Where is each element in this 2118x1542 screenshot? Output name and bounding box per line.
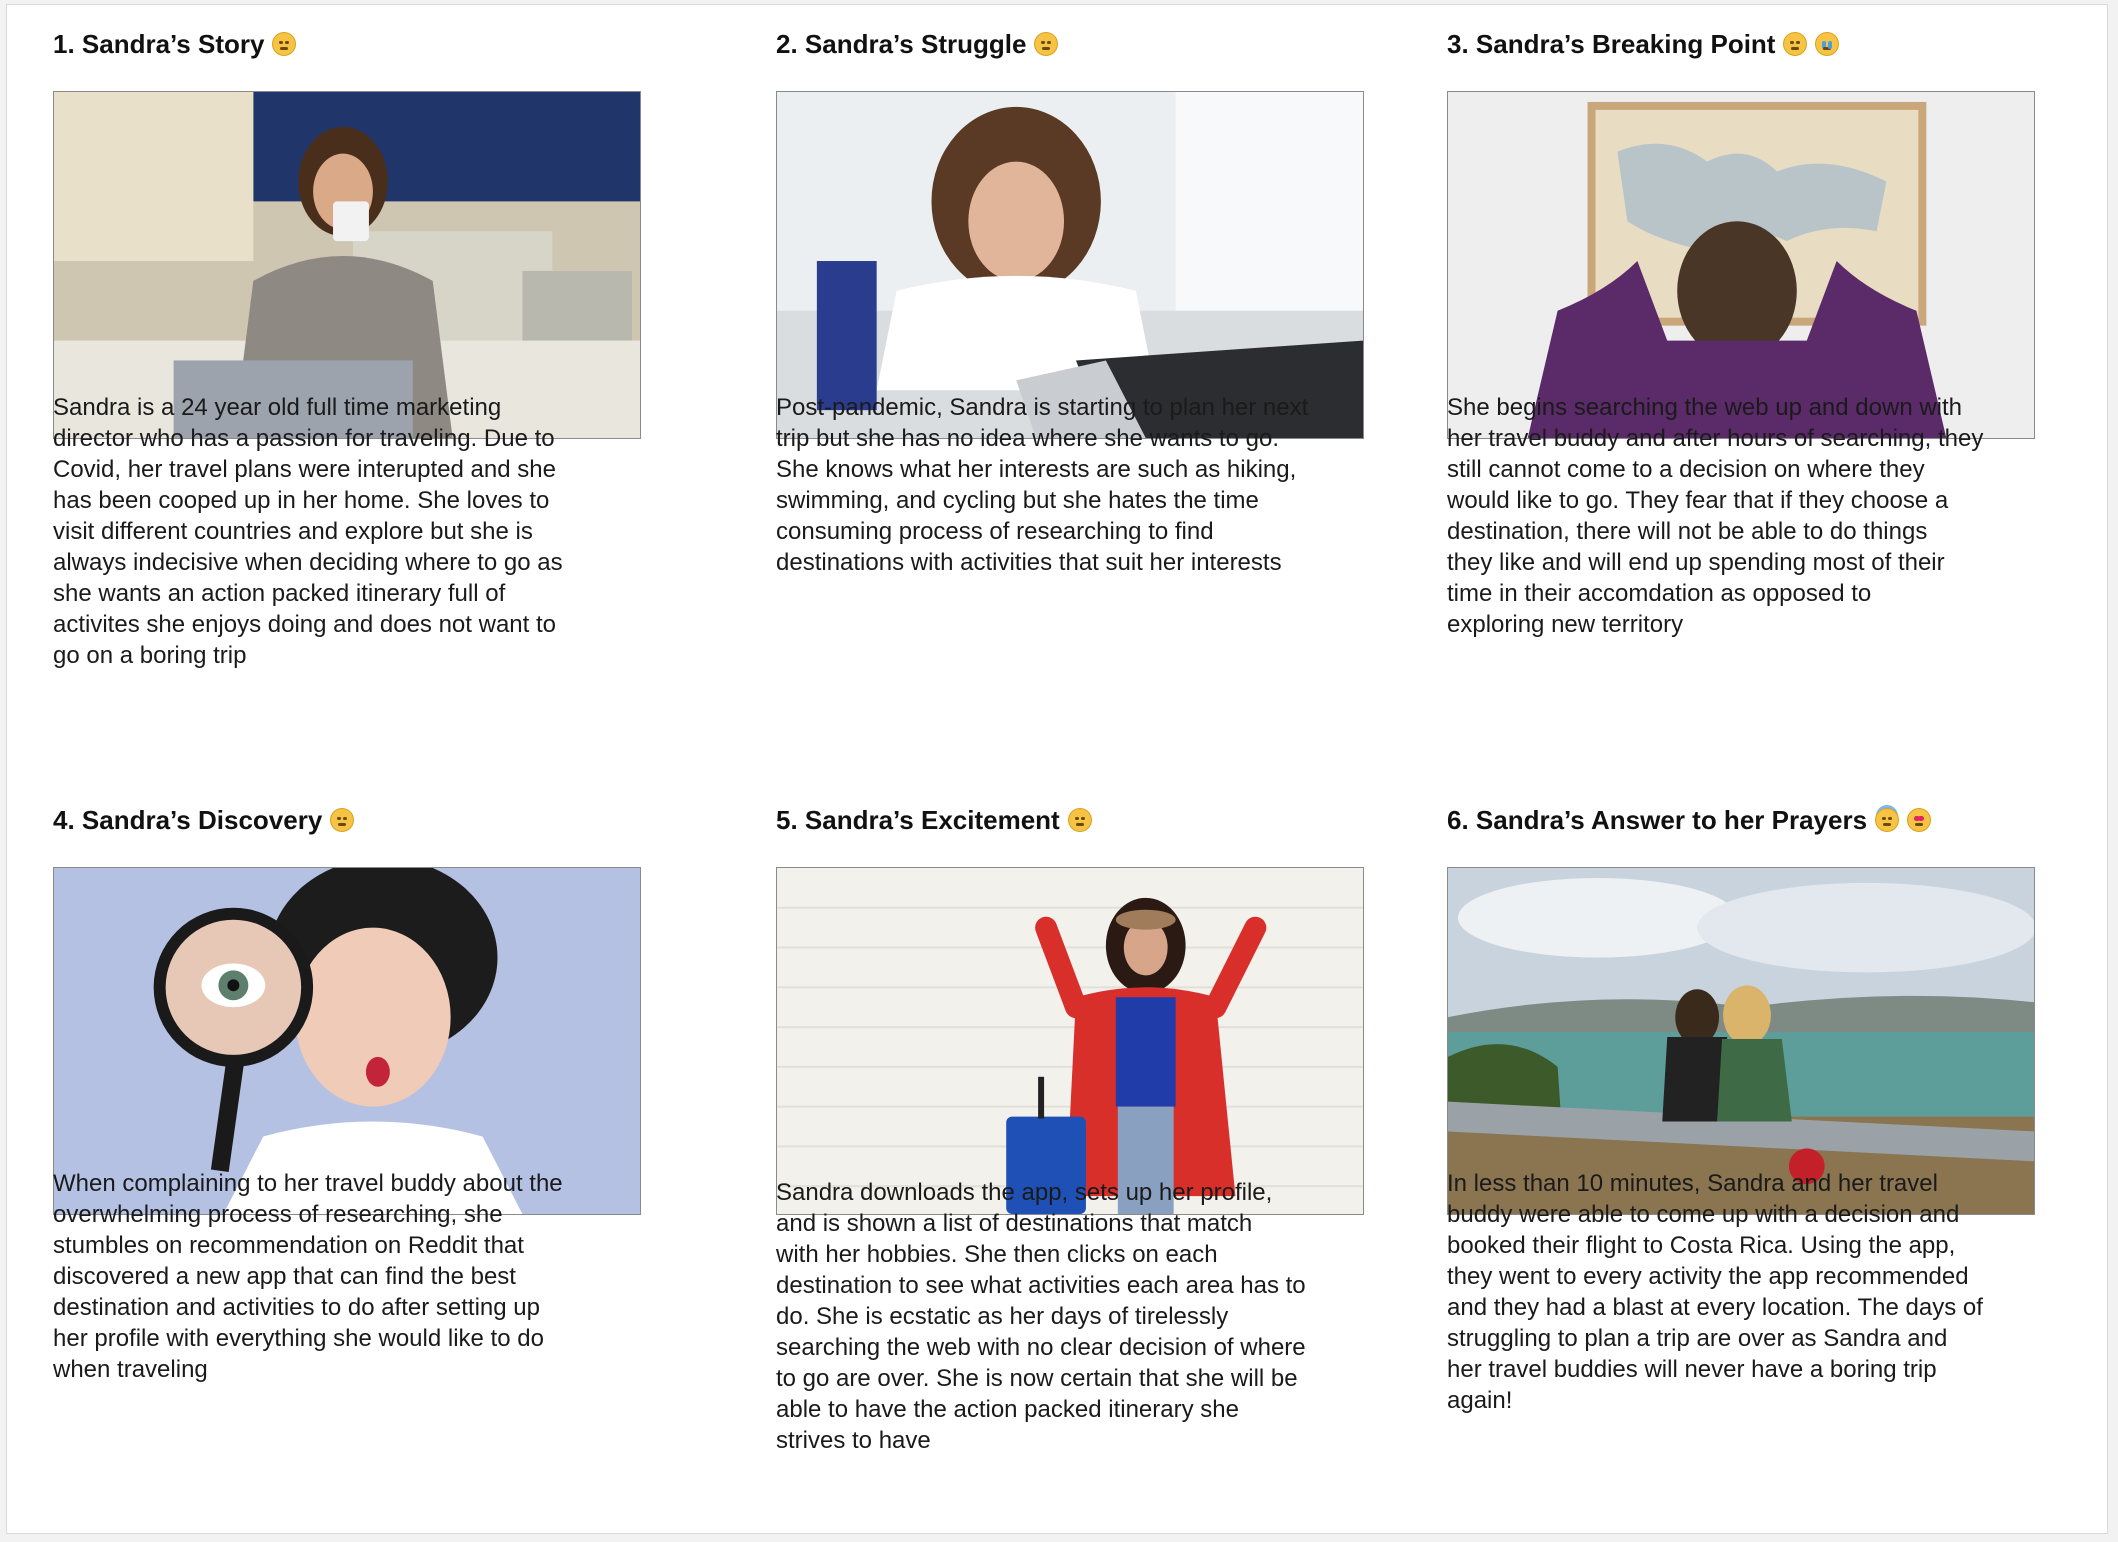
unamused-face-icon (272, 32, 297, 56)
panel-text: In less than 10 minutes, Sandra and her … (1447, 1170, 1983, 1414)
panel-title: 6. Sandra’s Answer to her Prayers (1447, 803, 1932, 837)
panel-text: Sandra is a 24 year old full time market… (53, 394, 563, 669)
panel-photo-friends-by-the-sea (1447, 867, 2035, 1215)
panel-photo-excited-with-suitcase (776, 867, 1364, 1215)
hugging-face-icon (1067, 808, 1092, 832)
thinking-face-icon (330, 808, 355, 832)
panel-title: 5. Sandra’s Excitement (776, 803, 1092, 837)
panel-title: 3. Sandra’s Breaking Point (1447, 27, 1840, 61)
panel-text: When complaining to her travel buddy abo… (53, 1170, 563, 1383)
heart-eyes-face-icon (1907, 808, 1932, 832)
panel-text: She begins searching the web up and down… (1447, 394, 1984, 638)
persevering-face-icon (1034, 32, 1059, 56)
panel-photo-stressed-at-laptop (776, 91, 1364, 439)
panel-text: Sandra downloads the app, sets up her pr… (776, 1179, 1306, 1454)
frustrated-face-icon (1783, 32, 1808, 56)
halo-face-icon (1875, 808, 1900, 832)
panel-photo-magnifying-glass (53, 867, 641, 1215)
panel-photo-woman-with-mug (53, 91, 641, 439)
panel-title: 4. Sandra’s Discovery (53, 803, 355, 837)
panel-title: 2. Sandra’s Struggle (776, 27, 1059, 61)
panel-text: Post-pandemic, Sandra is starting to pla… (776, 394, 1309, 576)
panel-photo-woman-at-world-map (1447, 91, 2035, 439)
panel-title: 1. Sandra’s Story (53, 27, 297, 61)
storyboard-page: 1. Sandra’s Story Sandra is a 24 year ol… (6, 4, 2108, 1534)
crying-face-icon (1815, 32, 1840, 56)
